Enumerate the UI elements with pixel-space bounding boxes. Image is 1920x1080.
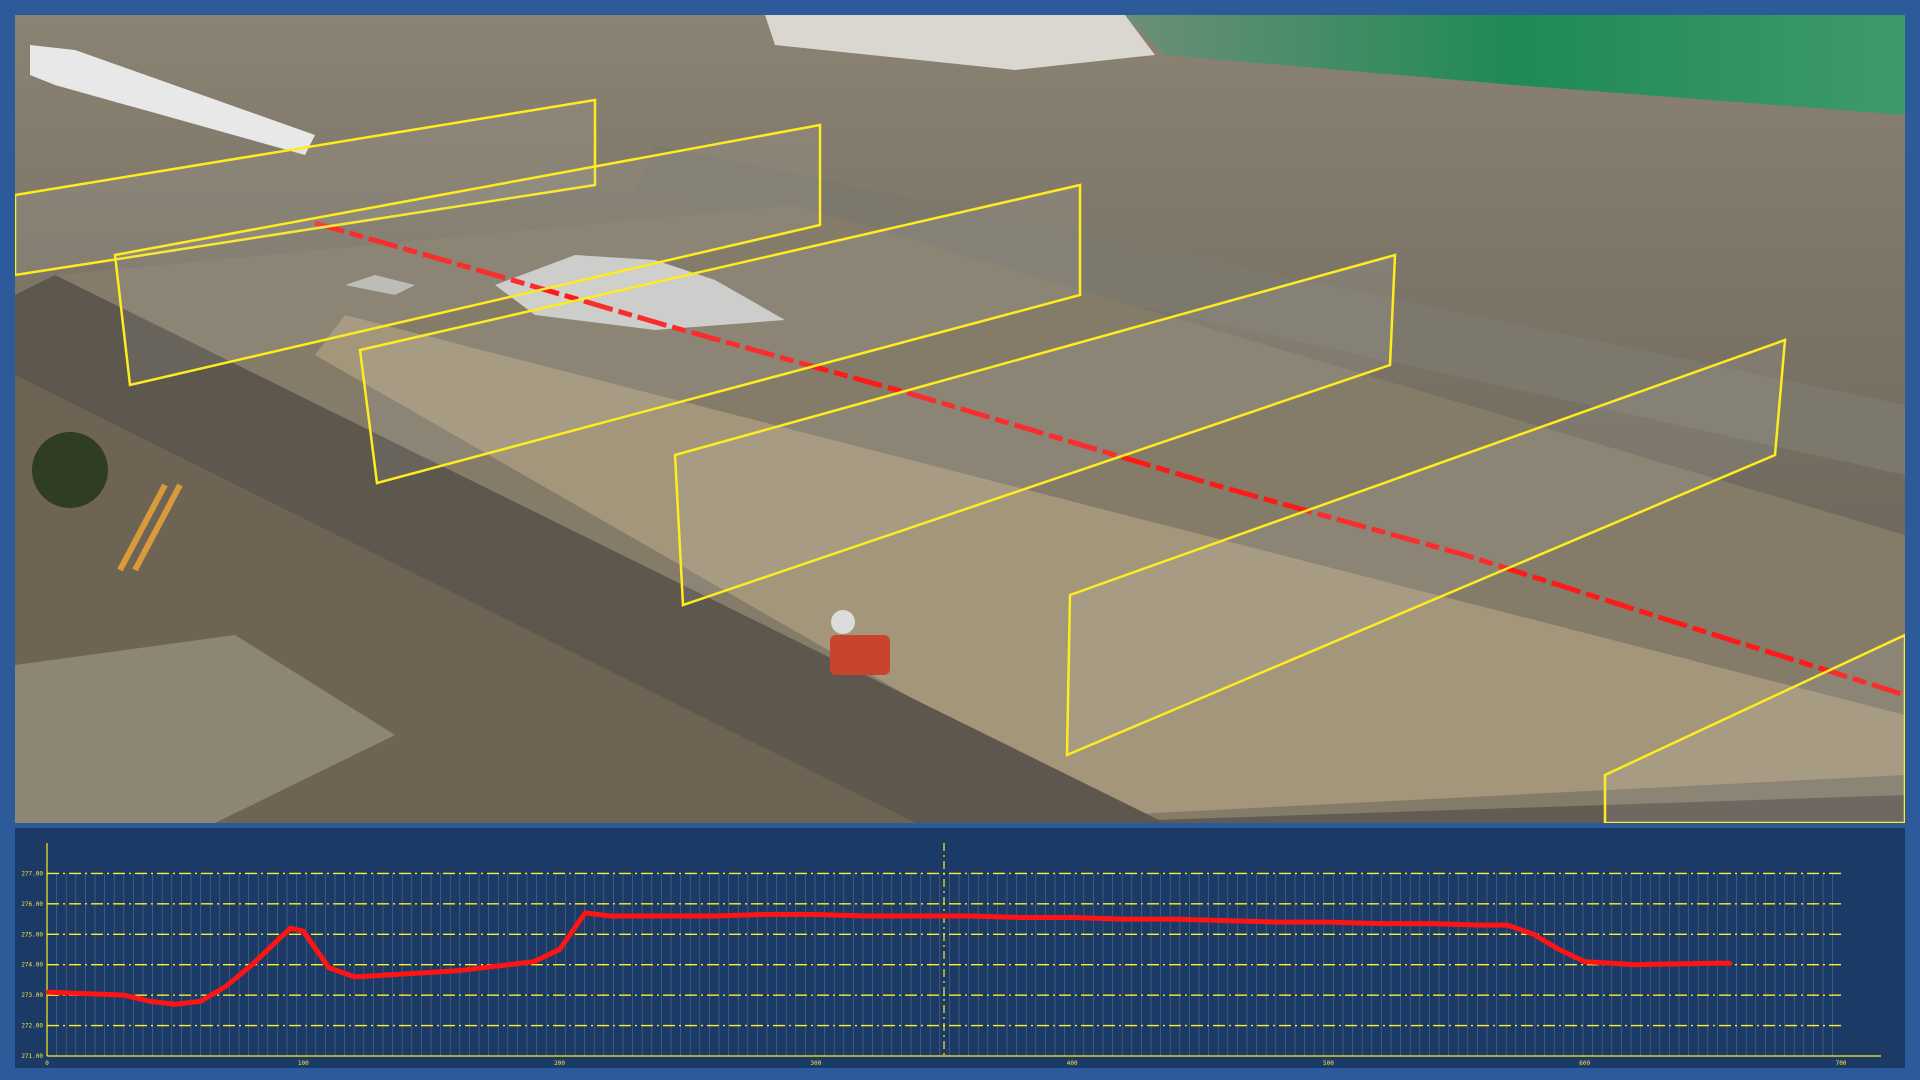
profile-point [1275, 920, 1279, 924]
profile-point [1506, 923, 1510, 927]
aerial-scene [15, 15, 1905, 823]
profile-point [1070, 916, 1074, 920]
profile-point [532, 960, 536, 964]
profile-point [378, 973, 382, 977]
profile-point [481, 966, 485, 970]
profile-point [122, 993, 126, 997]
profile-point [1729, 961, 1733, 965]
profile-point [1531, 932, 1535, 936]
profile-point [1224, 919, 1228, 923]
profile-line [46, 910, 1731, 1007]
y-tick-label: 272.00 [21, 1023, 43, 1030]
profile-point [199, 999, 203, 1003]
x-tick-label: 0 [45, 1060, 49, 1067]
y-tick-label: 274.00 [21, 962, 43, 969]
profile-point [711, 914, 715, 918]
x-tick-label: 200 [554, 1060, 565, 1067]
x-tick-label: 500 [1323, 1060, 1334, 1067]
x-tick-label: 100 [298, 1060, 309, 1067]
profile-point [968, 914, 972, 918]
profile-point [583, 911, 587, 915]
tractor [830, 635, 890, 675]
profile-point [429, 970, 433, 974]
y-tick-label: 273.00 [21, 992, 43, 999]
x-tick-label: 700 [1836, 1060, 1847, 1067]
profile-point [865, 914, 869, 918]
profile-point [814, 913, 818, 917]
profile-point [916, 914, 920, 918]
profile-point [1711, 961, 1715, 965]
app-frame: 277.00 276.00 275.00 274.00 273.00 272.00 271.… [0, 0, 1920, 1080]
profile-point [1480, 923, 1484, 927]
profile-point [173, 1002, 177, 1006]
profile-point [1378, 922, 1382, 926]
y-tick-label: 271.00 [21, 1053, 43, 1060]
y-tick-label: 275.00 [21, 931, 43, 938]
tractor-tank [831, 610, 855, 634]
profile-point [1019, 916, 1023, 920]
profile-point [1634, 963, 1638, 967]
profile-point [276, 938, 280, 942]
profile-point [1557, 948, 1561, 951]
profile-point [763, 913, 767, 917]
profile-point [404, 972, 408, 976]
profile-point [1583, 960, 1587, 964]
profile-point [148, 999, 152, 1003]
profile-point [1326, 920, 1330, 924]
profile-point [558, 948, 562, 951]
profile-point [570, 929, 574, 933]
x-tick-label: 300 [810, 1060, 821, 1067]
profile-point [250, 963, 254, 967]
profile-point [1429, 922, 1433, 926]
profile-point [288, 926, 292, 930]
profile-panel: 277.00 276.00 275.00 274.00 273.00 272.00 271.… [15, 828, 1905, 1068]
tree [32, 432, 108, 508]
profile-point [506, 963, 510, 967]
profile-point [1173, 917, 1177, 921]
profile-chart[interactable]: 277.00 276.00 275.00 274.00 273.00 272.00 271.… [15, 828, 1905, 1068]
profile-point [1121, 917, 1125, 921]
x-tick-label: 600 [1579, 1060, 1590, 1067]
profile-point [609, 914, 613, 918]
profile-point [327, 966, 331, 970]
profile-point [353, 975, 357, 979]
profile-point [224, 984, 228, 988]
profile-point [301, 929, 305, 933]
profile-point [455, 969, 459, 973]
3d-viewport[interactable] [15, 15, 1905, 823]
x-tick-label: 400 [1067, 1060, 1078, 1067]
y-tick-label: 277.00 [21, 870, 43, 877]
profile-point [660, 914, 664, 918]
profile-point [45, 990, 49, 994]
y-tick-label: 276.00 [21, 901, 43, 908]
